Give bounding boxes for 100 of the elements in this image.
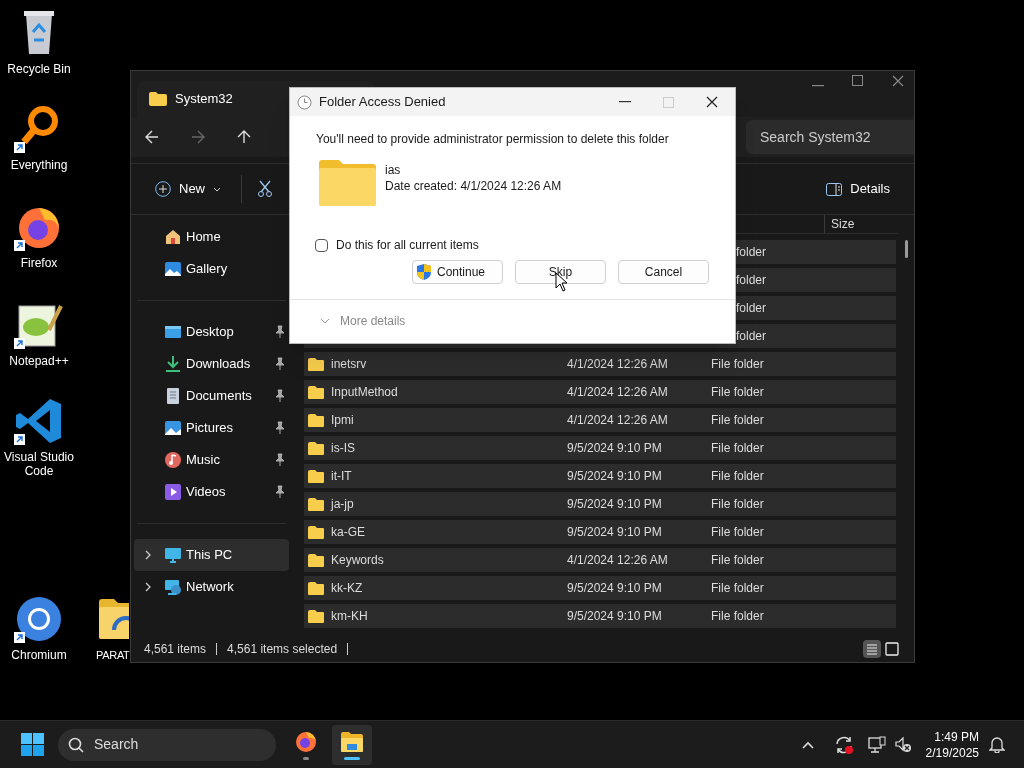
download-icon <box>164 355 182 373</box>
chevron-right-icon[interactable] <box>144 582 152 592</box>
selection-count: 4,561 items selected <box>227 641 338 658</box>
search-field[interactable]: Search System32 <box>746 120 914 154</box>
nav-item[interactable]: Network <box>134 571 289 603</box>
up-icon[interactable] <box>237 130 251 144</box>
minimize-icon[interactable] <box>812 85 824 87</box>
tiles-view-icon[interactable] <box>883 640 901 658</box>
file-name: km-KH <box>331 608 368 625</box>
pin-icon[interactable] <box>273 357 285 371</box>
code-editor-icon[interactable] <box>14 396 64 446</box>
search-icon <box>68 736 84 753</box>
taskbar-app[interactable] <box>332 724 372 765</box>
taskbar-search[interactable]: Search <box>58 728 276 761</box>
notification-bell-icon[interactable] <box>989 736 1005 753</box>
chevron-right-icon[interactable] <box>144 550 152 560</box>
minimize-icon[interactable] <box>619 101 631 103</box>
file-row[interactable]: km-KH 9/5/2024 9:10 PM File folder <box>304 604 896 628</box>
forward-icon[interactable] <box>191 130 205 144</box>
folder-icon <box>308 357 324 371</box>
desktop-icon-label[interactable]: Visual Studio Code <box>0 450 78 478</box>
file-row[interactable]: is-IS 9/5/2024 9:10 PM File folder <box>304 436 896 460</box>
nav-item[interactable]: Downloads <box>134 348 289 380</box>
file-type: File folder <box>711 441 764 455</box>
network-icon[interactable] <box>867 735 886 754</box>
file-row[interactable]: inetsrv 4/1/2024 12:26 AM File folder <box>304 352 896 376</box>
file-name: ias <box>385 162 402 178</box>
maximize-icon <box>663 96 674 108</box>
new-button[interactable]: New <box>151 179 225 199</box>
nav-item[interactable]: Desktop <box>134 316 289 348</box>
desktop-icon-label[interactable]: PARAT <box>96 648 130 662</box>
dialog-button[interactable]: Cancel <box>618 260 709 284</box>
nav-item[interactable]: Pictures <box>134 412 289 444</box>
date-modified: 9/5/2024 9:10 PM <box>567 469 662 483</box>
pin-icon[interactable] <box>273 389 285 403</box>
file-type: File folder <box>711 581 764 595</box>
back-icon[interactable] <box>145 130 159 144</box>
sync-icon[interactable] <box>833 734 854 755</box>
nav-item[interactable]: Gallery <box>134 253 289 285</box>
file-row[interactable]: Keywords 4/1/2024 12:26 AM File folder <box>304 548 896 572</box>
desktop-icon-label[interactable]: Notepad++ <box>0 354 78 368</box>
folder-icon <box>308 441 324 455</box>
muted-speaker-icon[interactable] <box>893 735 912 754</box>
dialog-button[interactable]: Skip <box>515 260 606 284</box>
chevron-down-icon[interactable] <box>320 317 330 324</box>
folder-icon <box>340 729 364 754</box>
scrollbar-thumb[interactable] <box>905 240 908 258</box>
nav-label: Gallery <box>186 260 229 279</box>
nav-item[interactable]: Videos <box>134 476 289 508</box>
date-modified: 9/5/2024 9:10 PM <box>567 609 662 623</box>
desktop-icon-label[interactable]: Chromium <box>0 648 78 662</box>
dialog-button[interactable]: Continue <box>412 260 503 284</box>
file-row[interactable]: kk-KZ 9/5/2024 9:10 PM File folder <box>304 576 896 600</box>
music-icon <box>164 451 182 469</box>
chevron-up-icon[interactable] <box>801 740 814 749</box>
plus-icon <box>155 181 171 197</box>
nav-label: Pictures <box>186 419 234 438</box>
file-row[interactable]: ka-GE 9/5/2024 9:10 PM File folder <box>304 520 896 544</box>
close-icon[interactable] <box>706 96 718 108</box>
details-view-icon[interactable] <box>863 640 881 658</box>
chromium-icon[interactable] <box>14 594 64 644</box>
file-row[interactable]: ja-jp 9/5/2024 9:10 PM File folder <box>304 492 896 516</box>
nav-item[interactable]: Documents <box>134 380 289 412</box>
more-details-link[interactable]: More details <box>340 311 406 330</box>
pin-icon[interactable] <box>273 485 285 499</box>
desktop-icon-label[interactable]: Everything <box>0 158 78 172</box>
pin-icon[interactable] <box>273 421 285 435</box>
home-icon <box>164 228 182 246</box>
nav-label: Home <box>186 228 222 247</box>
date-created: Date created: 4/1/2024 12:26 AM <box>385 178 562 194</box>
date-modified: 9/5/2024 9:10 PM <box>567 441 662 455</box>
checkbox[interactable] <box>315 238 328 252</box>
file-type: File folder <box>711 525 764 539</box>
file-row[interactable]: Ipmi 4/1/2024 12:26 AM File folder <box>304 408 896 432</box>
desktop-icon-label[interactable]: Firefox <box>0 256 78 270</box>
folder-icon <box>308 497 324 511</box>
date-modified: 9/5/2024 9:10 PM <box>567 581 662 595</box>
nav-label: Downloads <box>186 355 252 374</box>
file-row[interactable]: it-IT 9/5/2024 9:10 PM File folder <box>304 464 896 488</box>
column-header[interactable]: Size <box>831 215 855 233</box>
file-name: InputMethod <box>331 384 398 401</box>
checkbox-label[interactable]: Do this for all current items <box>336 236 479 254</box>
start-icon[interactable] <box>21 733 44 756</box>
nav-label: Music <box>186 451 221 470</box>
date-modified: 4/1/2024 12:26 AM <box>567 553 668 567</box>
cut-icon[interactable] <box>258 180 272 198</box>
folder-icon <box>149 92 167 106</box>
folder-icon <box>319 160 376 206</box>
nav-item[interactable]: This PC <box>134 539 289 571</box>
nav-item[interactable]: Music <box>134 444 289 476</box>
desktop-icon-label[interactable]: Recycle Bin <box>0 62 78 76</box>
pin-icon[interactable] <box>273 325 285 339</box>
maximize-icon[interactable] <box>852 75 864 87</box>
clock[interactable]: 1:49 PM 2/19/2025 <box>925 728 979 761</box>
nav-label: This PC <box>186 546 234 565</box>
nav-item[interactable]: Home <box>134 221 289 253</box>
details-button[interactable]: Details <box>826 179 890 199</box>
file-row[interactable]: InputMethod 4/1/2024 12:26 AM File folder <box>304 380 896 404</box>
folder-icon <box>308 413 324 427</box>
pin-icon[interactable] <box>273 453 285 467</box>
